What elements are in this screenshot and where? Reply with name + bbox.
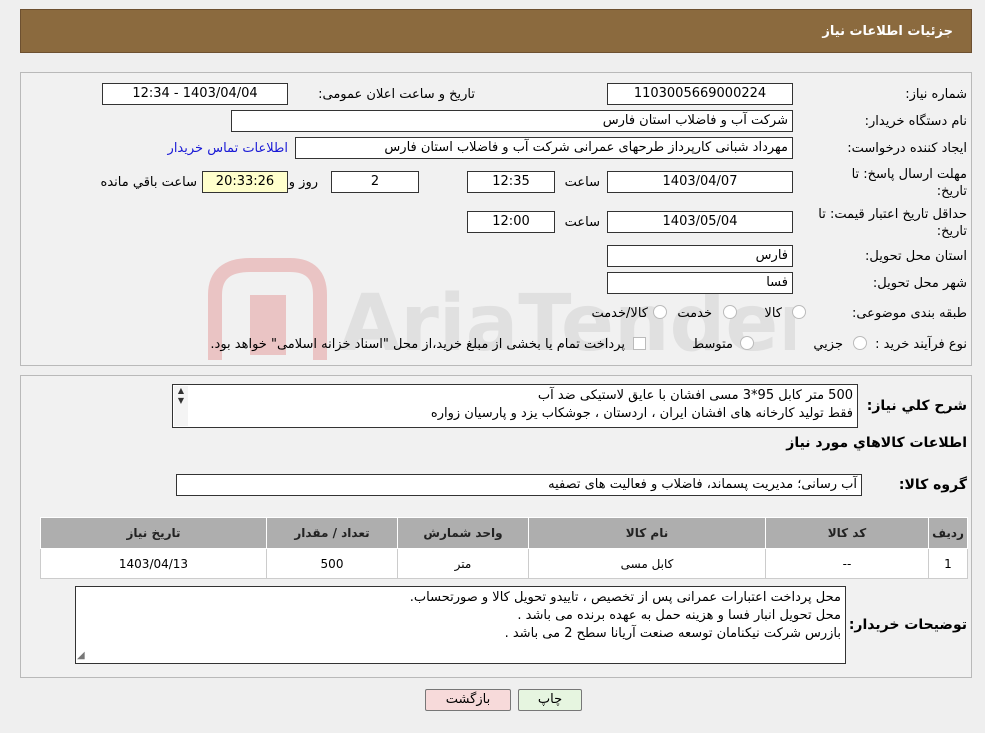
print-button[interactable]: چاپ <box>518 689 582 711</box>
buyer-notes-label: توضیحات خریدار: <box>848 617 967 633</box>
category-both-label: کالا/خدمت <box>591 306 648 321</box>
cell-row: 1 <box>928 548 968 579</box>
need-number-field: 1103005669000224 <box>607 83 793 105</box>
cell-qty: 500 <box>266 548 398 579</box>
process-medium-radio[interactable] <box>740 336 754 350</box>
resize-grip-icon[interactable]: ◢ <box>77 650 85 661</box>
goods-group-label: گروه کالا: <box>898 477 967 493</box>
col-unit: واحد شمارش <box>397 517 529 549</box>
days-label: روز و <box>288 175 318 190</box>
col-qty: تعداد / مقدار <box>266 517 398 549</box>
col-name: نام کالا <box>528 517 766 549</box>
deadline-date-field: 1403/04/07 <box>607 171 793 193</box>
col-date: تاريخ نياز <box>40 517 267 549</box>
creator-label: ایجاد کننده درخواست: <box>847 141 967 156</box>
description-textarea[interactable]: 500 متر کابل 95*3 مسی افشان با عایق لاست… <box>172 384 858 428</box>
category-goods-label: کالا <box>764 306 782 321</box>
remaining-time-label: ساعت باقي مانده <box>100 175 197 190</box>
buyer-notes-textarea[interactable]: محل پرداخت اعتبارات عمرانی پس از تخصیص ،… <box>75 586 846 664</box>
announce-date-field: 1403/04/04 - 12:34 <box>102 83 288 105</box>
province-label: استان محل تحویل: <box>865 249 967 264</box>
goods-section-title: اطلاعات کالاهاي مورد نياز <box>786 435 967 451</box>
description-scrollbar[interactable]: ▲ ▼ <box>174 386 188 426</box>
city-label: شهر محل تحویل: <box>872 276 967 291</box>
creator-field: مهرداد شبانی کارپرداز طرحهای عمرانی شرکت… <box>295 137 793 159</box>
days-field: 2 <box>331 171 419 193</box>
col-row: رديف <box>928 517 968 549</box>
process-label: نوع فرآیند خرید : <box>875 337 967 352</box>
process-medium-label: متوسط <box>692 337 733 352</box>
cell-date: 1403/04/13 <box>40 548 267 579</box>
buyer-org-field: شرکت آب و فاضلاب استان فارس <box>231 110 793 132</box>
category-goods-radio[interactable] <box>792 305 806 319</box>
page-title: جزئیات اطلاعات نیاز <box>822 24 953 39</box>
city-field: فسا <box>607 272 793 294</box>
deadline-label: مهلت ارسال پاسخ: تا تاریخ: <box>851 167 967 199</box>
buyer-contact-link[interactable]: اطلاعات تماس خریدار <box>168 141 288 156</box>
payment-note: پرداخت تمام یا بخشی از مبلغ خرید،از محل … <box>210 337 625 352</box>
cell-unit: متر <box>397 548 529 579</box>
validity-label: حداقل تاریخ اعتبار قیمت: تا تاریخ: <box>818 207 967 239</box>
deadline-time-field: 12:35 <box>467 171 555 193</box>
category-both-radio[interactable] <box>653 305 667 319</box>
goods-table: رديف کد کالا نام کالا واحد شمارش تعداد /… <box>40 517 968 579</box>
deadline-time-label: ساعت <box>564 175 600 190</box>
col-code: کد کالا <box>765 517 929 549</box>
treasury-payment-checkbox[interactable] <box>633 337 646 350</box>
validity-time-field: 12:00 <box>467 211 555 233</box>
table-row: 1 -- کابل مسی متر 500 1403/04/13 <box>40 548 968 579</box>
validity-time-label: ساعت <box>564 215 600 230</box>
buyer-org-label: نام دستگاه خریدار: <box>864 114 967 129</box>
category-label: طبقه بندی موضوعی: <box>851 306 967 321</box>
announce-date-label: تاریخ و ساعت اعلان عمومی: <box>318 87 475 102</box>
validity-date-field: 1403/05/04 <box>607 211 793 233</box>
back-button[interactable]: بازگشت <box>425 689 511 711</box>
process-minor-radio[interactable] <box>853 336 867 350</box>
category-service-label: خدمت <box>677 306 712 321</box>
description-label: شرح کلي نياز: <box>866 398 967 414</box>
goods-group-field: آب رسانی؛ مدیریت پسماند، فاضلاب و فعالیت… <box>176 474 862 496</box>
province-field: فارس <box>607 245 793 267</box>
cell-name: کابل مسی <box>528 548 766 579</box>
remaining-time-field: 20:33:26 <box>202 171 288 193</box>
process-minor-label: جزيي <box>813 337 843 352</box>
category-service-radio[interactable] <box>723 305 737 319</box>
goods-table-header: رديف کد کالا نام کالا واحد شمارش تعداد /… <box>40 517 968 549</box>
need-number-label: شماره نیاز: <box>905 87 967 102</box>
cell-code: -- <box>765 548 929 579</box>
page-header: جزئیات اطلاعات نیاز <box>20 9 972 53</box>
